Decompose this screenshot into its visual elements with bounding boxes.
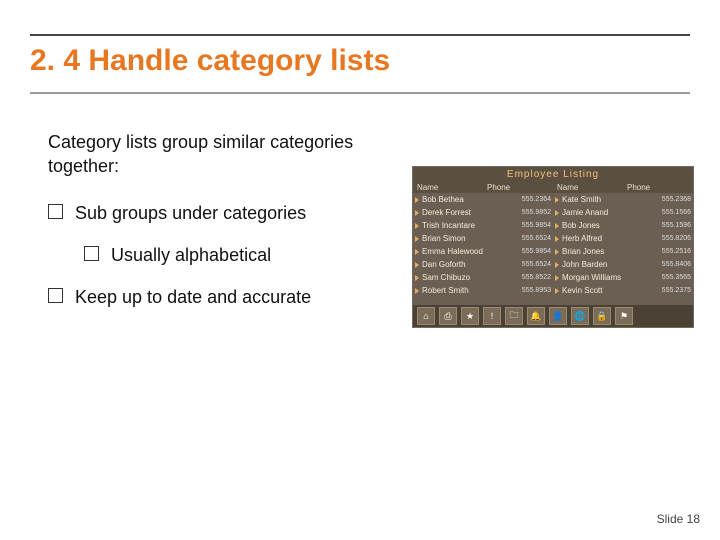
employee-phone: 555.3565 [662, 274, 691, 281]
globe-icon: 🌐 [571, 307, 589, 325]
lock-icon: 🔒 [593, 307, 611, 325]
employee-name: Emma Halewood [422, 247, 522, 256]
bell-icon: 🔔 [527, 307, 545, 325]
chevron-right-icon [555, 210, 559, 216]
folder-icon: 🗀 [505, 307, 523, 325]
slide-title: 2. 4 Handle category lists [30, 44, 390, 78]
warn-icon: ! [483, 307, 501, 325]
employee-row: Jamie Anand555.1566 [553, 206, 693, 219]
home-icon: ⌂ [417, 307, 435, 325]
chevron-right-icon [415, 262, 419, 268]
chevron-right-icon [415, 210, 419, 216]
chevron-right-icon [415, 223, 419, 229]
figure-toolbar: ⌂⎙★!🗀🔔👤🌐🔒⚑ [413, 305, 693, 327]
employee-row: Robert Smith555.8953 [413, 284, 553, 297]
slide-footer: Slide 18 [657, 512, 700, 526]
print-icon: ⎙ [439, 307, 457, 325]
employee-row: Morgan Williams555.3565 [553, 271, 693, 284]
bullet-label: Sub groups under categories [75, 201, 306, 225]
chevron-right-icon [415, 197, 419, 203]
bullet-2: Keep up to date and accurate [48, 285, 408, 309]
flag-icon: ⚑ [615, 307, 633, 325]
employee-name: Bob Bethea [422, 195, 522, 204]
employee-phone: 555.6524 [522, 235, 551, 242]
chevron-right-icon [415, 275, 419, 281]
title-rule [30, 92, 690, 94]
employee-name: Bob Jones [562, 221, 662, 230]
employee-row: Derek Forrest555.9852 [413, 206, 553, 219]
bullet-1a: Usually alphabetical [84, 243, 408, 267]
chevron-right-icon [415, 236, 419, 242]
employee-name: Jamie Anand [562, 208, 662, 217]
employee-name: Robert Smith [422, 286, 522, 295]
bookmark-icon: ★ [461, 307, 479, 325]
checkbox-icon [48, 204, 63, 219]
chevron-right-icon [415, 249, 419, 255]
employee-name: Brian Jones [562, 247, 662, 256]
employee-col-left: Bob Bethea555.2364Derek Forrest555.9852T… [413, 193, 553, 305]
figure-header: Name Phone Name Phone [413, 182, 693, 193]
employee-row: Brian Simon555.6524 [413, 232, 553, 245]
chevron-right-icon [555, 275, 559, 281]
bullet-label: Usually alphabetical [111, 243, 271, 267]
employee-name: John Barden [562, 260, 662, 269]
employee-phone: 555.9854 [522, 248, 551, 255]
figure-title: Employee Listing [413, 167, 693, 182]
employee-phone: 555.1566 [662, 209, 691, 216]
employee-row: Emma Halewood555.9854 [413, 245, 553, 258]
chevron-right-icon [555, 223, 559, 229]
chevron-right-icon [555, 236, 559, 242]
employee-name: Derek Forrest [422, 208, 522, 217]
employee-name: Kate Smith [562, 195, 662, 204]
employee-name: Herb Alfred [562, 234, 662, 243]
employee-phone: 555.2368 [662, 196, 691, 203]
employee-row: Trish Incantare555.9854 [413, 219, 553, 232]
chevron-right-icon [555, 262, 559, 268]
employee-row: John Barden555.8406 [553, 258, 693, 271]
employee-phone: 555.9852 [522, 209, 551, 216]
employee-phone: 555.8522 [522, 274, 551, 281]
employee-row: Dan Goforth555.6524 [413, 258, 553, 271]
col-name: Name [413, 183, 483, 192]
col-phone: Phone [483, 183, 553, 192]
chevron-right-icon [555, 288, 559, 294]
chevron-right-icon [555, 249, 559, 255]
employee-phone: 555.2375 [662, 287, 691, 294]
employee-phone: 555.2364 [522, 196, 551, 203]
slide-body: Category lists group similar categories … [48, 130, 408, 327]
employee-row: Brian Jones555.2516 [553, 245, 693, 258]
employee-name: Sam Chibuzo [422, 273, 522, 282]
bullet-1: Sub groups under categories [48, 201, 408, 225]
employee-name: Brian Simon [422, 234, 522, 243]
col-phone: Phone [623, 183, 693, 192]
employee-col-right: Kate Smith555.2368Jamie Anand555.1566Bob… [553, 193, 693, 305]
user-icon: 👤 [549, 307, 567, 325]
employee-phone: 555.8406 [662, 261, 691, 268]
employee-name: Dan Goforth [422, 260, 522, 269]
employee-name: Morgan Williams [562, 273, 662, 282]
employee-phone: 555.1596 [662, 222, 691, 229]
employee-name: Kevin Scott [562, 286, 662, 295]
employee-phone: 555.8953 [522, 287, 551, 294]
chevron-right-icon [415, 288, 419, 294]
employee-row: Kevin Scott555.2375 [553, 284, 693, 297]
checkbox-icon [48, 288, 63, 303]
col-name: Name [553, 183, 623, 192]
employee-phone: 555.8206 [662, 235, 691, 242]
employee-row: Herb Alfred555.8206 [553, 232, 693, 245]
bullet-label: Keep up to date and accurate [75, 285, 311, 309]
employee-phone: 555.9854 [522, 222, 551, 229]
employee-phone: 555.6524 [522, 261, 551, 268]
employee-row: Kate Smith555.2368 [553, 193, 693, 206]
employee-listing-figure: Employee Listing Name Phone Name Phone B… [412, 166, 694, 328]
employee-row: Sam Chibuzo555.8522 [413, 271, 553, 284]
employee-row: Bob Bethea555.2364 [413, 193, 553, 206]
checkbox-icon [84, 246, 99, 261]
employee-name: Trish Incantare [422, 221, 522, 230]
intro-text: Category lists group similar categories … [48, 130, 408, 179]
chevron-right-icon [555, 197, 559, 203]
employee-row: Bob Jones555.1596 [553, 219, 693, 232]
top-rule [30, 34, 690, 36]
employee-phone: 555.2516 [662, 248, 691, 255]
